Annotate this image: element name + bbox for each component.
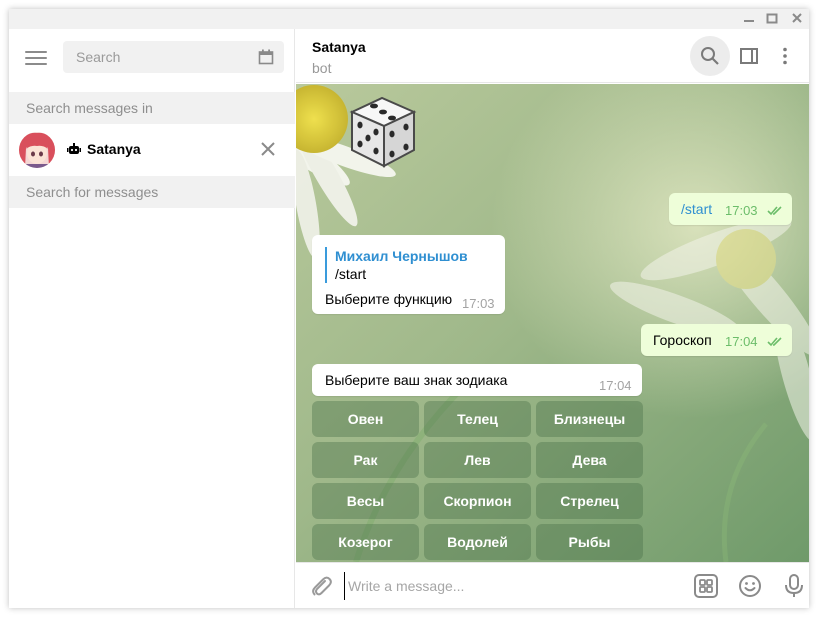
minimize-icon[interactable] (737, 9, 761, 29)
sidebar: Search messages in (9, 29, 295, 608)
more-button[interactable] (765, 36, 805, 76)
close-icon[interactable] (785, 9, 809, 29)
keyboard-button[interactable]: Рак (312, 442, 419, 478)
message-list[interactable]: /start 17:03 Михаил Чернышов /start Выбе… (296, 84, 809, 562)
message-text: Выберите функцию (325, 291, 453, 307)
more-vertical-icon (783, 47, 787, 65)
chat-name: Satanya (87, 141, 141, 157)
attach-icon[interactable] (308, 573, 334, 599)
read-checkmarks-icon (767, 206, 782, 216)
message-outgoing[interactable]: Гороскоп 17:04 (641, 324, 792, 356)
keyboard-button[interactable]: Лев (424, 442, 531, 478)
message-incoming[interactable]: Михаил Чернышов /start Выберите функцию … (312, 235, 505, 314)
keyboard-button[interactable]: Рыбы (536, 524, 643, 560)
message-text: Выберите ваш знак зодиака (325, 372, 508, 388)
microphone-icon[interactable] (781, 573, 807, 599)
maximize-icon[interactable] (760, 9, 784, 29)
reply-author: Михаил Чернышов (335, 248, 468, 264)
keyboard-button[interactable]: Козерог (312, 524, 419, 560)
message-input[interactable] (344, 572, 664, 600)
keyboard-button[interactable]: Водолей (424, 524, 531, 560)
calendar-icon[interactable] (258, 49, 274, 65)
chat-subtitle: bot (312, 60, 332, 76)
message-text: Гороскоп (653, 332, 712, 348)
message-composer (296, 562, 809, 608)
message-time: 17:04 (599, 378, 632, 393)
message-incoming[interactable]: Выберите ваш знак зодиака 17:04 (312, 364, 642, 396)
message-time: 17:03 (725, 203, 758, 218)
search-icon (701, 47, 719, 65)
search-input[interactable] (63, 41, 253, 73)
emoji-icon[interactable] (737, 573, 763, 599)
message-text[interactable]: /start (681, 201, 712, 217)
chat-header: Satanya bot (296, 29, 809, 83)
chat-item-satanya[interactable]: Satanya (9, 124, 295, 176)
search-field[interactable] (63, 41, 284, 73)
keyboard-button[interactable]: Дева (536, 442, 643, 478)
title-bar (9, 9, 809, 29)
hamburger-icon[interactable] (25, 51, 47, 67)
reply-quote[interactable]: Михаил Чернышов /start (325, 247, 468, 283)
message-time: 17:04 (725, 334, 758, 349)
message-outgoing[interactable]: /start 17:03 (669, 193, 792, 225)
bot-keyboard-icon[interactable] (693, 573, 719, 599)
search-in-label: Search messages in (9, 92, 295, 124)
keyboard-button[interactable]: Весы (312, 483, 419, 519)
avatar (19, 132, 55, 168)
keyboard-button[interactable]: Овен (312, 401, 419, 437)
bot-icon (67, 143, 81, 154)
search-for-label: Search for messages (9, 176, 295, 208)
sidebar-toggle-button[interactable] (729, 36, 769, 76)
dice-icon[interactable] (344, 92, 420, 170)
search-button[interactable] (690, 36, 730, 76)
keyboard-button[interactable]: Телец (424, 401, 531, 437)
message-time: 17:03 (462, 296, 495, 311)
reply-text: /start (335, 266, 367, 282)
telegram-window: Search messages in (9, 9, 809, 608)
close-icon[interactable] (259, 140, 277, 158)
keyboard-button[interactable]: Скорпион (424, 483, 531, 519)
read-checkmarks-icon (767, 337, 782, 347)
chat-title: Satanya (312, 39, 366, 55)
keyboard-button[interactable]: Стрелец (536, 483, 643, 519)
sidebar-toggle-icon (740, 48, 758, 64)
keyboard-button[interactable]: Близнецы (536, 401, 643, 437)
